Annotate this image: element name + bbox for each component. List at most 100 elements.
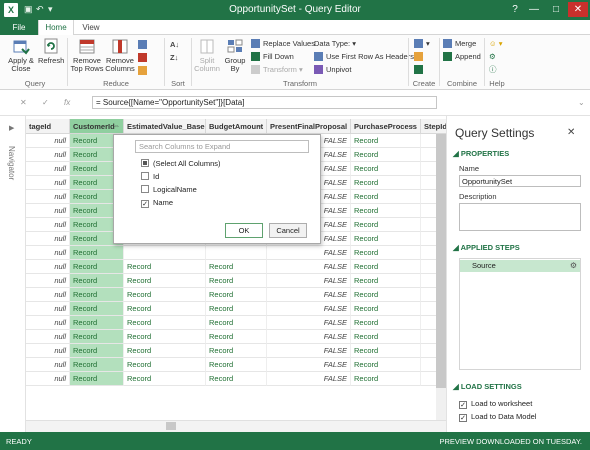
append-button[interactable]: Append [443,51,481,62]
grid-cell[interactable]: Record [124,358,206,372]
grid-cell[interactable]: Record [206,330,267,344]
grid-cell[interactable]: Record [206,344,267,358]
grid-cell[interactable]: Record [206,288,267,302]
grid-cell[interactable]: null [26,204,70,218]
fill-down-button[interactable]: Fill Down [251,51,294,62]
grid-cell[interactable]: Record [351,288,421,302]
custom-column-icon[interactable] [414,51,426,62]
remove-top-rows-button[interactable]: Remove Top Rows [70,37,104,73]
applied-step-source[interactable]: Source ⚙ [460,260,580,272]
horizontal-scrollbar[interactable] [26,420,446,432]
query-name-input[interactable]: OpportunitySet [459,175,581,187]
column-header[interactable]: EstimatedValue_Base ⇔ [124,119,206,134]
close-pane-icon[interactable]: ✕ [567,127,575,138]
grid-cell[interactable]: Record [351,218,421,232]
grid-cell[interactable]: Record [70,372,124,386]
grid-cell[interactable]: Record [351,246,421,260]
grid-cell[interactable]: Record [70,330,124,344]
grid-cell[interactable]: null [26,148,70,162]
tab-view[interactable]: View [74,20,108,35]
grid-cell[interactable]: Record [70,358,124,372]
smiley-feedback-icon[interactable]: ☺ ▾ [489,38,503,49]
grid-cell[interactable]: Record [124,372,206,386]
load-to-data-model-checkbox[interactable]: ✓ Load to Data Model [459,411,536,422]
grid-cell[interactable]: Record [206,260,267,274]
grid-cell[interactable]: null [26,134,70,148]
use-first-row-headers-button[interactable]: Use First Row As Headers [314,51,414,62]
grid-cell[interactable]: Record [124,274,206,288]
sort-descending-icon[interactable]: Z↓ [170,52,178,63]
grid-cell[interactable]: null [26,302,70,316]
grid-cell[interactable]: Record [70,316,124,330]
grid-cell[interactable]: Record [351,148,421,162]
grid-cell[interactable]: Record [206,372,267,386]
remove-errors-icon[interactable] [138,65,150,76]
column-header[interactable]: StepId [421,119,446,134]
remove-duplicates-icon[interactable] [138,52,150,63]
sort-ascending-icon[interactable]: A↓ [170,39,179,50]
minimize-button[interactable]: — [524,2,544,17]
tab-home[interactable]: Home [38,20,74,36]
column-header[interactable]: PresentFinalProposal [267,119,351,134]
grid-cell[interactable]: Record [351,162,421,176]
grid-cell[interactable]: null [26,190,70,204]
column-header[interactable]: tageId [26,119,70,134]
grid-cell[interactable]: null [26,330,70,344]
grid-cell[interactable]: null [26,246,70,260]
expand-column-icon[interactable]: ⇔ [195,119,202,133]
keep-rows-icon[interactable] [138,39,150,50]
group-by-button[interactable]: Group By [222,37,248,73]
description-input[interactable] [459,203,581,231]
grid-cell[interactable]: Record [70,302,124,316]
grid-cell[interactable]: null [26,176,70,190]
apply-close-button[interactable]: Apply & Close [4,37,38,73]
navigator-expand-icon[interactable]: ▶ [9,124,14,132]
checkbox-id[interactable]: Id [141,171,159,182]
grid-cell[interactable] [124,246,206,260]
grid-cell[interactable]: null [26,288,70,302]
replace-values-button[interactable]: Replace Values [251,38,315,49]
grid-cell[interactable]: Record [351,302,421,316]
column-header-selected[interactable]: CustomerId ⇔ [70,119,124,134]
grid-cell[interactable]: FALSE [267,260,351,274]
grid-cell[interactable]: FALSE [267,372,351,386]
remove-columns-button[interactable]: Remove Columns [104,37,136,73]
grid-cell[interactable]: Record [351,316,421,330]
refresh-button[interactable]: Refresh [38,37,64,65]
grid-cell[interactable]: FALSE [267,288,351,302]
maximize-button[interactable]: □ [546,2,566,17]
split-column-button[interactable]: Split Column [194,37,220,73]
grid-cell[interactable]: Record [206,274,267,288]
grid-cell[interactable]: null [26,218,70,232]
unpivot-button[interactable]: Unpivot [314,64,351,75]
grid-cell[interactable]: Record [351,204,421,218]
navigator-pane[interactable]: ▶ Navigator [0,116,26,432]
grid-cell[interactable]: FALSE [267,274,351,288]
search-columns-input[interactable]: Search Columns to Expand [135,140,309,153]
options-icon[interactable]: ⚙ [489,51,496,62]
grid-cell[interactable]: FALSE [267,330,351,344]
grid-cell[interactable]: Record [351,190,421,204]
grid-cell[interactable]: Record [124,344,206,358]
column-header[interactable]: PurchaseProcess ⇔ [351,119,421,134]
expand-column-icon[interactable]: ⇔ [256,119,263,133]
grid-cell[interactable]: Record [70,260,124,274]
grid-cell[interactable]: Record [351,260,421,274]
grid-cell[interactable]: null [26,260,70,274]
grid-cell[interactable]: Record [351,274,421,288]
data-type-dropdown[interactable]: Data Type: ▾ [314,38,356,49]
grid-cell[interactable]: FALSE [267,316,351,330]
grid-cell[interactable]: null [26,344,70,358]
gear-icon[interactable]: ⚙ [570,260,577,272]
horizontal-scroll-thumb[interactable] [166,422,176,430]
expand-column-icon[interactable]: ⇔ [113,119,120,133]
grid-cell[interactable]: Record [206,358,267,372]
grid-cell[interactable]: Record [124,316,206,330]
grid-cell[interactable] [206,246,267,260]
help-icon[interactable]: ? [505,2,525,17]
select-all-checkbox[interactable]: (Select All Columns) [141,158,221,169]
close-window-button[interactable]: ✕ [568,2,588,17]
grid-cell[interactable]: Record [70,246,124,260]
grid-cell[interactable]: Record [351,372,421,386]
tab-file[interactable]: File [0,20,38,35]
